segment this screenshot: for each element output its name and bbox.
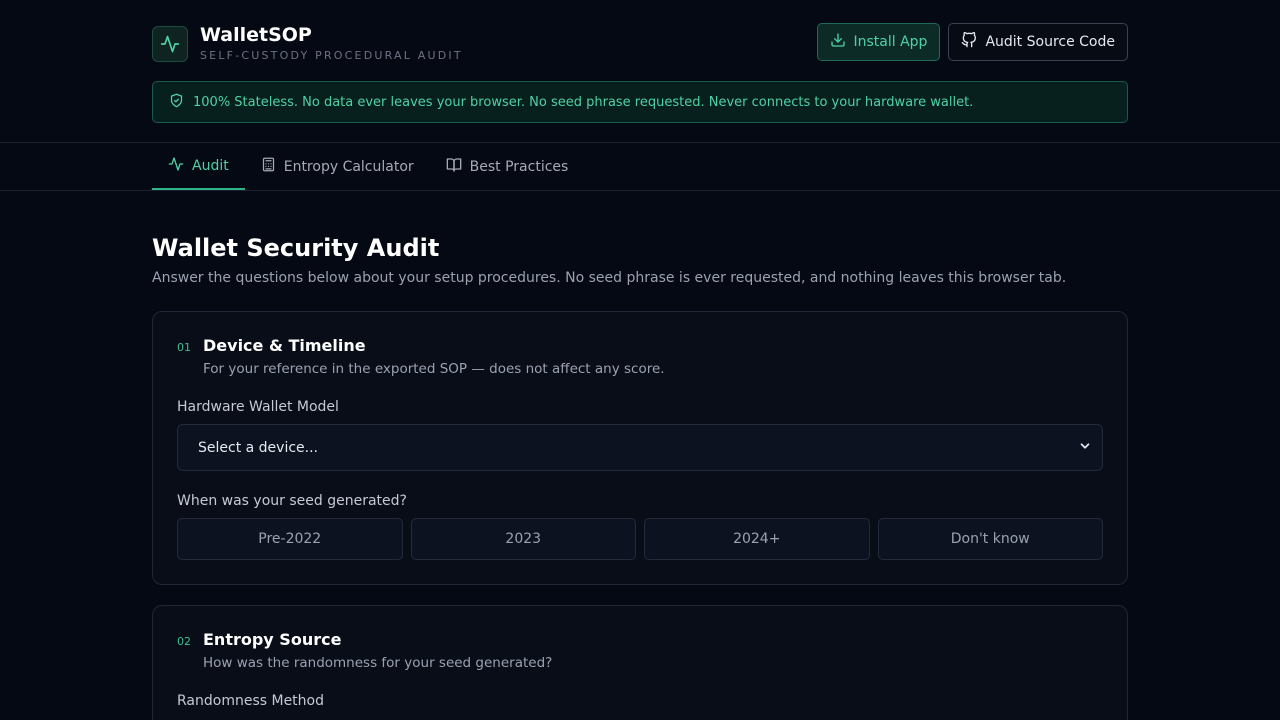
section-title: Device & Timeline (203, 336, 366, 355)
tab-entropy-calculator[interactable]: Entropy Calculator (245, 143, 430, 190)
audit-source-code-label: Audit Source Code (985, 34, 1115, 50)
app-tagline: SELF-CUSTODY PROCEDURAL AUDIT (200, 49, 463, 62)
app-header: WalletSOP SELF-CUSTODY PROCEDURAL AUDIT … (0, 0, 1280, 143)
seed-option-2023[interactable]: 2023 (410, 518, 636, 560)
stateless-notice: 100% Stateless. No data ever leaves your… (152, 81, 1128, 123)
shield-check-icon (169, 93, 184, 112)
hardware-wallet-select[interactable]: Select a device... (177, 424, 1103, 471)
book-open-icon (446, 157, 462, 177)
randomness-method-label: Randomness Method (177, 693, 324, 709)
tab-audit-label: Audit (192, 157, 229, 174)
section-entropy-source: 02 Entropy Source How was the randomness… (152, 605, 1128, 720)
seed-generated-label: When was your seed generated? (177, 493, 407, 509)
tab-best-practices[interactable]: Best Practices (430, 143, 585, 190)
section-number: 02 (177, 635, 191, 648)
section-title: Entropy Source (203, 630, 342, 649)
section-description: How was the randomness for your seed gen… (203, 655, 553, 671)
hardware-wallet-model-label: Hardware Wallet Model (177, 399, 339, 415)
section-device-timeline: 01 Device & Timeline For your reference … (152, 311, 1128, 585)
tab-bar: Audit Entropy Calculator Best Practices (0, 143, 1280, 191)
install-app-label: Install App (853, 34, 928, 50)
brand: WalletSOP SELF-CUSTODY PROCEDURAL AUDIT (152, 24, 463, 63)
tab-best-practices-label: Best Practices (469, 158, 569, 175)
install-app-button[interactable]: Install App (816, 23, 941, 61)
seed-option-dont-know[interactable]: Don't know (877, 518, 1103, 560)
app-name: WalletSOP (200, 24, 312, 46)
section-number: 01 (177, 341, 191, 354)
activity-pulse-icon (152, 25, 188, 62)
section-description: For your reference in the exported SOP —… (203, 361, 665, 377)
tab-entropy-calculator-label: Entropy Calculator (283, 158, 414, 175)
main-content: Wallet Security Audit Answer the questio… (152, 233, 1128, 720)
chevron-down-icon (1078, 439, 1092, 457)
notice-text: 100% Stateless. No data ever leaves your… (193, 94, 974, 110)
audit-source-code-button[interactable]: Audit Source Code (948, 23, 1128, 61)
activity-icon (168, 156, 184, 176)
seed-option-pre-2022[interactable]: Pre-2022 (177, 518, 403, 560)
hardware-wallet-select-value: Select a device... (198, 439, 319, 456)
seed-date-options: Pre-2022 2023 2024+ Don't know (177, 518, 1103, 560)
tab-audit[interactable]: Audit (152, 143, 245, 190)
github-icon (961, 31, 977, 52)
calculator-icon (261, 157, 276, 176)
page-subtitle: Answer the questions below about your se… (152, 270, 1067, 286)
download-icon (830, 32, 846, 52)
seed-option-2024-plus[interactable]: 2024+ (644, 518, 870, 560)
page-title: Wallet Security Audit (152, 234, 440, 262)
